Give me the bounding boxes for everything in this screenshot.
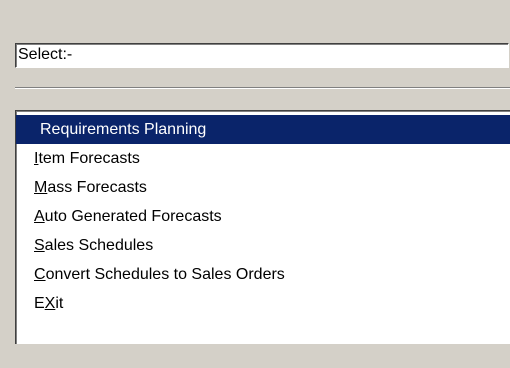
menu-item-label: onvert Schedules to Sales Orders: [45, 266, 285, 283]
menu-item-requirements-planning[interactable]: Requirements Planning: [16, 115, 510, 144]
menu-item-mnemonic: M: [34, 179, 48, 196]
menu-item-convert-schedules[interactable]: Convert Schedules to Sales Orders: [16, 260, 510, 289]
menu-item-mnemonic: C: [34, 266, 46, 283]
menu-list[interactable]: Requirements Planning Item Forecasts Mas…: [15, 110, 510, 344]
menu-item-sales-schedules[interactable]: Sales Schedules: [16, 231, 510, 260]
menu-item-label: tem Forecasts: [38, 150, 140, 167]
menu-item-mnemonic: A: [34, 208, 45, 225]
menu-item-label: it: [55, 295, 64, 312]
menu-item-prefix: E: [34, 295, 45, 312]
separator: [15, 87, 510, 89]
select-field-text: Select:-: [18, 46, 73, 63]
menu-item-label: uto Generated Forecasts: [44, 208, 222, 225]
menu-item-label: ass Forecasts: [47, 179, 147, 196]
menu-item-auto-generated-forecasts[interactable]: Auto Generated Forecasts: [16, 202, 510, 231]
menu-item-label: ales Schedules: [44, 237, 154, 254]
menu-item-mass-forecasts[interactable]: Mass Forecasts: [16, 173, 510, 202]
menu-item-mnemonic: S: [34, 237, 45, 254]
menu-item-exit[interactable]: EXit: [16, 289, 510, 318]
select-field[interactable]: Select:-: [15, 43, 509, 68]
menu-item-item-forecasts[interactable]: Item Forecasts: [16, 144, 510, 173]
menu-item-label: Requirements Planning: [40, 121, 207, 138]
menu-item-mnemonic: X: [44, 295, 56, 312]
